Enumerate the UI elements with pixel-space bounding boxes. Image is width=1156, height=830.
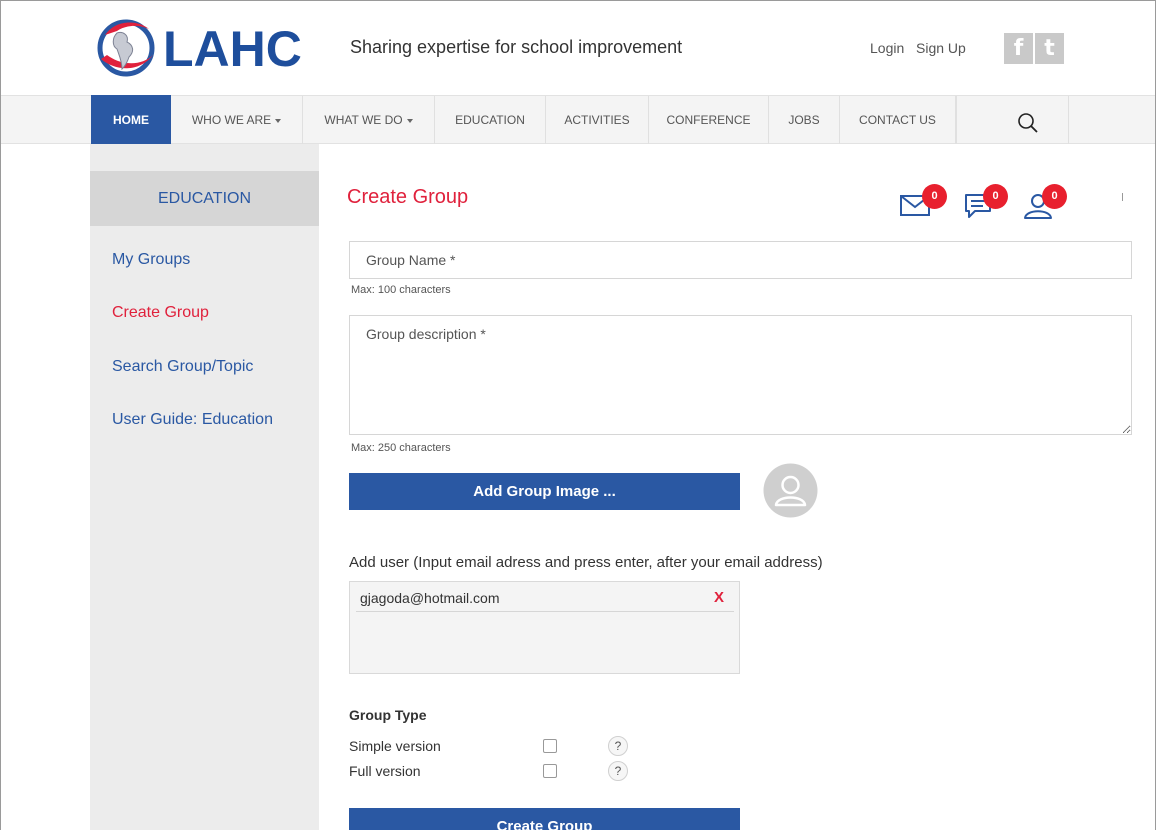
chat-button[interactable]: 0 — [961, 183, 1011, 223]
full-version-checkbox[interactable] — [543, 764, 557, 778]
twitter-icon[interactable]: t — [1035, 33, 1064, 64]
add-user-label: Add user (Input email adress and press e… — [349, 554, 823, 571]
nav-label: ACTIVITIES — [564, 113, 630, 127]
nav-label: CONTACT US — [859, 113, 936, 127]
nav-label: WHAT WE DO — [324, 113, 403, 127]
nav-label: CONFERENCE — [666, 113, 751, 127]
messages-button[interactable]: 0 — [897, 183, 947, 223]
lahc-logo[interactable]: LAHC — [97, 15, 322, 79]
nav-item-contact-us[interactable]: CONTACT US — [840, 96, 956, 144]
page-title: Create Group — [347, 186, 469, 208]
group-type-label: Group Type — [349, 707, 427, 723]
svg-text:LAHC: LAHC — [163, 21, 302, 77]
simple-version-help-icon[interactable]: ? — [608, 736, 628, 756]
nav-label: JOBS — [788, 113, 820, 127]
nav-search-button[interactable] — [956, 96, 1069, 144]
requests-button[interactable]: 0 — [1020, 183, 1070, 223]
simple-version-checkbox[interactable] — [543, 739, 557, 753]
add-user-input[interactable]: gjagoda@hotmail.com X — [349, 581, 740, 674]
caret-down-icon — [275, 118, 282, 123]
facebook-icon[interactable]: f — [1004, 33, 1033, 64]
nav-item-jobs[interactable]: JOBS — [769, 96, 840, 144]
login-link[interactable]: Login — [870, 40, 904, 56]
create-group-submit-button[interactable]: Create Group — [349, 808, 740, 830]
nav-item-education[interactable]: EDUCATION — [435, 96, 546, 144]
user-chip-email: gjagoda@hotmail.com — [360, 590, 500, 606]
sidebar-heading: EDUCATION — [90, 171, 319, 226]
group-description-input[interactable] — [349, 315, 1132, 435]
requests-count-badge: 0 — [1042, 184, 1067, 209]
full-version-help-icon[interactable]: ? — [608, 761, 628, 781]
full-version-label: Full version — [349, 763, 421, 779]
search-icon — [1018, 113, 1038, 133]
avatar-placeholder-icon — [763, 463, 818, 518]
remove-user-button[interactable]: X — [714, 589, 724, 606]
group-name-input[interactable] — [349, 241, 1132, 279]
globe-logo-icon — [97, 19, 155, 77]
site-header: LAHC Sharing expertise for school improv… — [1, 1, 1155, 95]
nav-label: EDUCATION — [455, 113, 525, 127]
signup-link[interactable]: Sign Up — [916, 40, 966, 56]
scroll-indicator — [1122, 193, 1123, 201]
sidebar-item-user-guide[interactable]: User Guide: Education — [112, 411, 273, 429]
nav-item-what-we-do[interactable]: WHAT WE DO — [303, 96, 435, 144]
nav-item-who-we-are[interactable]: WHO WE ARE — [171, 96, 303, 144]
nav-item-activities[interactable]: ACTIVITIES — [546, 96, 649, 144]
caret-down-icon — [406, 118, 413, 123]
messages-count-badge: 0 — [922, 184, 947, 209]
nav-item-conference[interactable]: CONFERENCE — [649, 96, 769, 144]
sidebar: EDUCATION My Groups Create Group Search … — [90, 144, 319, 830]
sidebar-item-search-group[interactable]: Search Group/Topic — [112, 358, 253, 376]
chat-count-badge: 0 — [983, 184, 1008, 209]
sidebar-item-my-groups[interactable]: My Groups — [112, 251, 190, 269]
user-chip: gjagoda@hotmail.com X — [356, 582, 734, 612]
site-tagline: Sharing expertise for school improvement — [350, 37, 683, 57]
nav-label: WHO WE ARE — [191, 113, 272, 127]
main-nav: HOME WHO WE ARE WHAT WE DO EDUCATION ACT… — [1, 95, 1155, 145]
nav-item-home[interactable]: HOME — [91, 95, 171, 145]
add-group-image-button[interactable]: Add Group Image ... — [349, 473, 740, 510]
sidebar-item-create-group[interactable]: Create Group — [112, 304, 209, 322]
page-frame: LAHC Sharing expertise for school improv… — [0, 0, 1156, 830]
simple-version-label: Simple version — [349, 738, 441, 754]
group-name-hint: Max: 100 characters — [351, 284, 451, 296]
nav-label: HOME — [113, 113, 149, 127]
group-description-hint: Max: 250 characters — [351, 442, 451, 454]
